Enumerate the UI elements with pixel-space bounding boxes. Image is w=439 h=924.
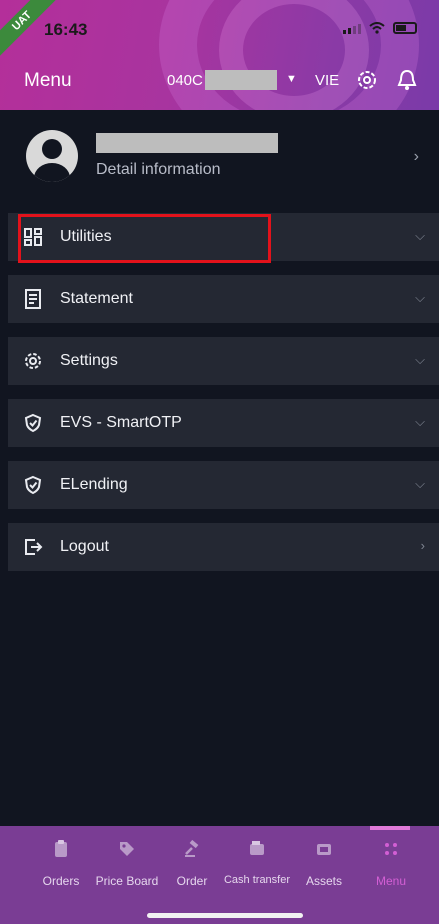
menu-item-label: Logout (60, 538, 109, 555)
document-icon (22, 288, 44, 310)
menu-item-label: Settings (60, 352, 118, 369)
wallet-icon (250, 841, 264, 855)
chevron-right-icon: › (420, 538, 425, 553)
battery-icon (393, 22, 417, 34)
menu-item-label: EVS - SmartOTP (60, 414, 182, 431)
nav-label: Assets (305, 874, 342, 888)
chevron-down-icon: ⌵ (415, 476, 425, 491)
nav-orders[interactable]: Orders (40, 826, 82, 896)
tag-icon (120, 842, 134, 856)
settings-gear-icon[interactable] (355, 68, 379, 92)
account-number-redacted (205, 70, 277, 90)
status-time: 16:43 (44, 20, 88, 39)
chevron-right-icon: › (413, 148, 419, 165)
app-header: UAT 16:43 Menu 040C ▼ VIE (0, 0, 439, 110)
menu-item-label: Statement (60, 290, 133, 307)
gavel-icon (185, 840, 199, 857)
nav-price-board[interactable]: Price Board (92, 826, 162, 896)
account-selector[interactable]: 040C (167, 72, 203, 89)
nav-label: Orders (42, 874, 80, 888)
menu-item-settings[interactable]: Settings ⌵ (8, 337, 439, 385)
shield-check-icon (22, 412, 44, 434)
active-tab-indicator (370, 826, 410, 830)
clipboard-icon (55, 840, 67, 857)
chevron-down-icon: ⌵ (415, 228, 425, 243)
menu-item-utilities[interactable]: Utilities ⌵ (8, 213, 439, 261)
bell-icon[interactable] (396, 68, 418, 92)
dots-grid-icon (385, 843, 397, 855)
page-title: Menu (24, 70, 72, 91)
avatar (26, 130, 78, 182)
header-decoration-inner (219, 0, 369, 110)
chevron-down-icon: ⌵ (415, 414, 425, 429)
nav-order[interactable]: Order (172, 826, 212, 896)
logout-icon (22, 536, 44, 558)
signal-icon (343, 22, 361, 34)
nav-cash-transfer[interactable]: Cash transfer (222, 826, 292, 896)
wallet-stack-icon (317, 844, 331, 855)
menu-item-label: Utilities (60, 228, 112, 245)
nav-label: Order (176, 874, 208, 888)
bottom-navigation: Orders Price Board Order Cash transfer A… (0, 826, 439, 924)
menu-item-label: ELending (60, 476, 128, 493)
nav-label: Menu (375, 874, 407, 888)
nav-menu[interactable]: Menu (370, 826, 410, 896)
chevron-down-icon: ⌵ (415, 352, 425, 367)
home-indicator (147, 913, 303, 918)
grid-icon (22, 226, 44, 248)
nav-assets[interactable]: Assets (302, 826, 346, 896)
user-name-redacted (96, 133, 278, 153)
gear-icon (22, 350, 44, 372)
menu-item-logout[interactable]: Logout › (8, 523, 439, 571)
profile-card[interactable]: Detail information › (8, 112, 439, 200)
menu-item-evs-smartotp[interactable]: EVS - SmartOTP ⌵ (8, 399, 439, 447)
status-icons (343, 22, 417, 34)
wifi-icon (369, 22, 385, 34)
menu-item-elending[interactable]: ELending ⌵ (8, 461, 439, 509)
caret-down-icon[interactable]: ▼ (286, 73, 297, 85)
language-toggle[interactable]: VIE (315, 72, 339, 89)
detail-information-label: Detail information (96, 161, 221, 178)
nav-label: Cash transfer (223, 874, 291, 886)
nav-label: Price Board (95, 874, 159, 888)
menu-item-statement[interactable]: Statement ⌵ (8, 275, 439, 323)
shield-check-icon (22, 474, 44, 496)
chevron-down-icon: ⌵ (415, 290, 425, 305)
